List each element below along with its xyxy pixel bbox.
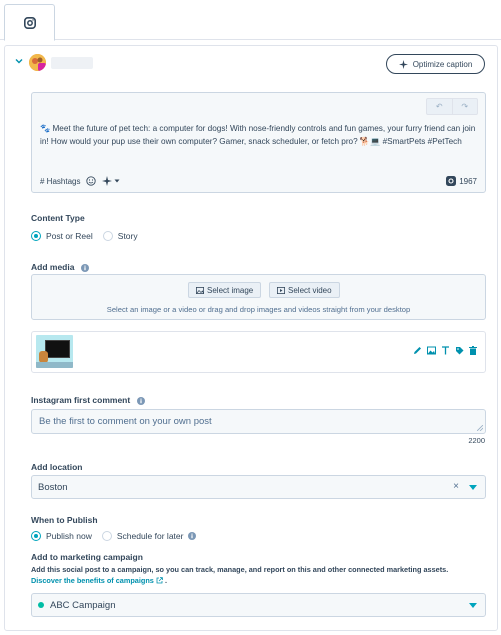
video-icon	[277, 286, 285, 294]
campaign-benefits-link-label: Discover the benefits of campaigns	[31, 576, 154, 585]
caption-editor[interactable]: ↶ ↷ 🐾 Meet the future of pet tech: a com…	[31, 92, 486, 193]
network-tab-bar	[0, 0, 501, 41]
optimize-caption-button[interactable]: Optimize caption	[386, 54, 485, 74]
external-link-icon	[156, 577, 163, 584]
info-icon[interactable]	[80, 263, 89, 272]
campaign-benefits-link[interactable]: Discover the benefits of campaigns	[31, 576, 165, 585]
ai-assist-dropdown[interactable]	[102, 176, 120, 186]
media-actions	[413, 346, 477, 355]
content-type-title: Content Type	[31, 213, 85, 223]
hashtags-button[interactable]: # Hashtags	[40, 177, 80, 186]
first-comment-title: Instagram first comment	[31, 395, 145, 405]
radio-publish-now[interactable]	[31, 531, 41, 541]
radio-schedule-later-label[interactable]: Schedule for later	[117, 531, 184, 541]
instagram-icon	[23, 16, 36, 29]
emoji-icon[interactable]	[86, 176, 97, 186]
undo-button[interactable]: ↶	[427, 99, 453, 114]
select-video-button[interactable]: Select video	[269, 282, 340, 298]
caption-char-count-value: 1967	[459, 176, 477, 186]
tab-instagram[interactable]	[4, 4, 55, 41]
account-avatar	[29, 54, 46, 71]
info-icon[interactable]	[136, 396, 145, 405]
undo-icon: ↶	[435, 102, 443, 111]
publish-options: Publish now Schedule for later	[31, 531, 197, 541]
optimize-caption-label: Optimize caption	[412, 59, 473, 69]
media-attachment-row	[31, 331, 486, 373]
media-thumbnail[interactable]	[36, 335, 73, 368]
radio-publish-now-label[interactable]: Publish now	[46, 531, 92, 541]
radio-post-or-reel-label[interactable]: Post or Reel	[46, 231, 93, 241]
resize-handle-icon[interactable]	[477, 425, 483, 431]
select-video-label: Select video	[288, 285, 332, 295]
media-dropzone[interactable]: Select image Select video Select an imag…	[31, 274, 486, 320]
sparkle-icon	[102, 176, 113, 186]
edit-pencil-icon[interactable]	[413, 346, 422, 355]
text-icon[interactable]	[441, 346, 450, 355]
campaign-select[interactable]: ABC Campaign	[31, 593, 486, 617]
sparkle-icon	[398, 59, 408, 69]
trash-icon[interactable]	[469, 346, 477, 355]
first-comment-char-count: 2200	[468, 436, 485, 445]
clear-icon[interactable]: ×	[453, 481, 459, 492]
content-type-options: Post or Reel Story	[31, 231, 148, 241]
instagram-badge-icon	[38, 63, 46, 71]
info-icon[interactable]	[188, 532, 197, 540]
first-comment-placeholder: Be the first to comment on your own post	[39, 416, 212, 427]
caption-text[interactable]: 🐾 Meet the future of pet tech: a compute…	[40, 122, 480, 148]
caret-down-icon	[114, 179, 120, 183]
radio-schedule-later[interactable]	[101, 531, 112, 541]
image-icon[interactable]	[427, 346, 436, 355]
redo-icon: ↷	[461, 102, 469, 111]
add-media-title: Add media	[31, 262, 89, 272]
caption-toolbar: # Hashtags	[40, 176, 120, 186]
undo-redo-group: ↶ ↷	[426, 98, 478, 115]
caret-down-icon[interactable]	[469, 603, 477, 608]
caret-down-icon[interactable]	[469, 485, 477, 490]
account-name-redacted	[51, 57, 93, 69]
campaign-link-suffix: .	[164, 576, 167, 585]
first-comment-title-text: Instagram first comment	[31, 395, 131, 405]
caption-char-count: 1967	[446, 176, 477, 186]
first-comment-textarea[interactable]: Be the first to comment on your own post	[31, 409, 486, 434]
radio-story[interactable]	[102, 231, 113, 241]
instagram-icon	[446, 176, 457, 186]
campaign-description-text: Add this social post to a campaign, so y…	[31, 565, 449, 574]
location-title: Add location	[31, 462, 83, 472]
campaign-title: Add to marketing campaign	[31, 552, 143, 562]
radio-story-label[interactable]: Story	[118, 231, 138, 241]
campaign-description: Add this social post to a campaign, so y…	[31, 564, 486, 586]
radio-post-or-reel[interactable]	[31, 231, 41, 241]
chevron-down-icon[interactable]	[13, 55, 25, 67]
campaign-status-dot	[38, 602, 44, 608]
add-media-title-text: Add media	[31, 262, 75, 272]
campaign-value: ABC Campaign	[50, 599, 116, 611]
media-hint: Select an image or a video or drag and d…	[106, 305, 411, 314]
select-image-label: Select image	[207, 285, 254, 295]
when-to-publish-title: When to Publish	[31, 515, 98, 525]
select-image-button[interactable]: Select image	[188, 282, 262, 298]
location-select[interactable]: Boston ×	[31, 475, 486, 499]
location-value: Boston	[38, 481, 68, 493]
redo-button[interactable]: ↷	[453, 99, 478, 114]
image-icon	[196, 286, 204, 294]
post-composer-panel: Optimize caption ↶ ↷ 🐾 Meet the future o…	[4, 45, 498, 631]
tag-icon[interactable]	[455, 346, 464, 355]
